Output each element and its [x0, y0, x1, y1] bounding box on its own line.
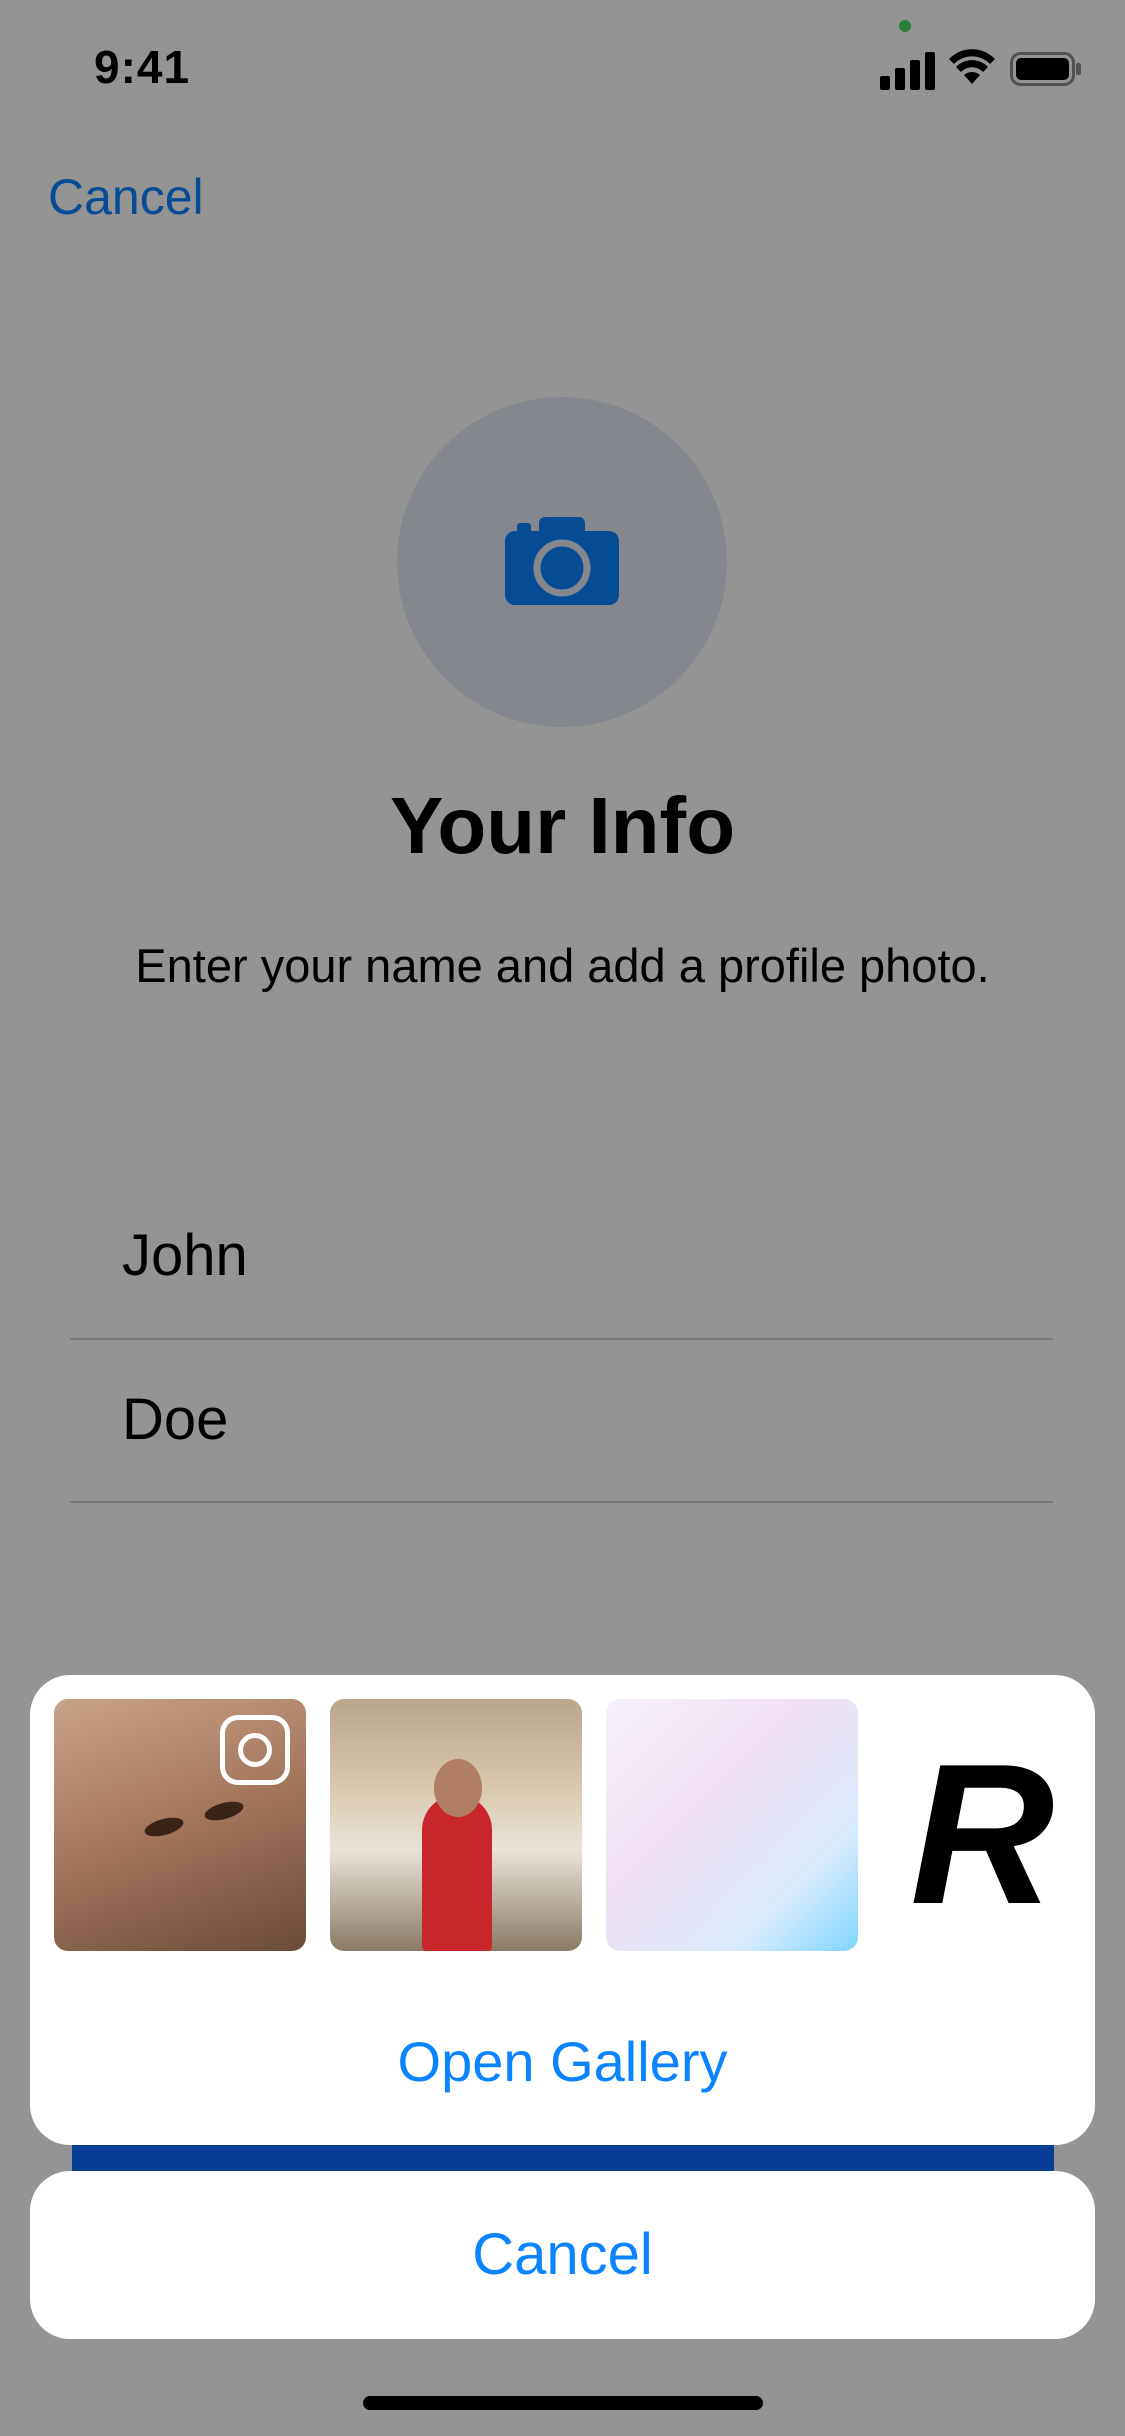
gallery-thumbnail[interactable] — [330, 1699, 582, 1951]
sheet-cancel-label: Cancel — [472, 2222, 653, 2287]
sheet-cancel-button[interactable]: Cancel — [30, 2171, 1095, 2339]
thumbnail-detail — [434, 1759, 482, 1817]
gallery-thumbnail[interactable] — [606, 1699, 858, 1951]
instagram-icon — [220, 1715, 290, 1785]
screen: 9:41 Cancel Your Info Enter your name an… — [0, 0, 1125, 2436]
gallery-thumbnail[interactable] — [54, 1699, 306, 1951]
thumbnail-detail — [202, 1798, 246, 1824]
thumbnail-detail — [142, 1814, 186, 1840]
home-indicator[interactable] — [363, 2396, 763, 2410]
gallery-thumbnail-r-logo[interactable]: R — [910, 1735, 1054, 1935]
photo-picker-sheet: R Open Gallery — [30, 1675, 1095, 2145]
thumbnail-detail — [422, 1795, 492, 1951]
open-gallery-button[interactable]: Open Gallery — [30, 2029, 1095, 2094]
